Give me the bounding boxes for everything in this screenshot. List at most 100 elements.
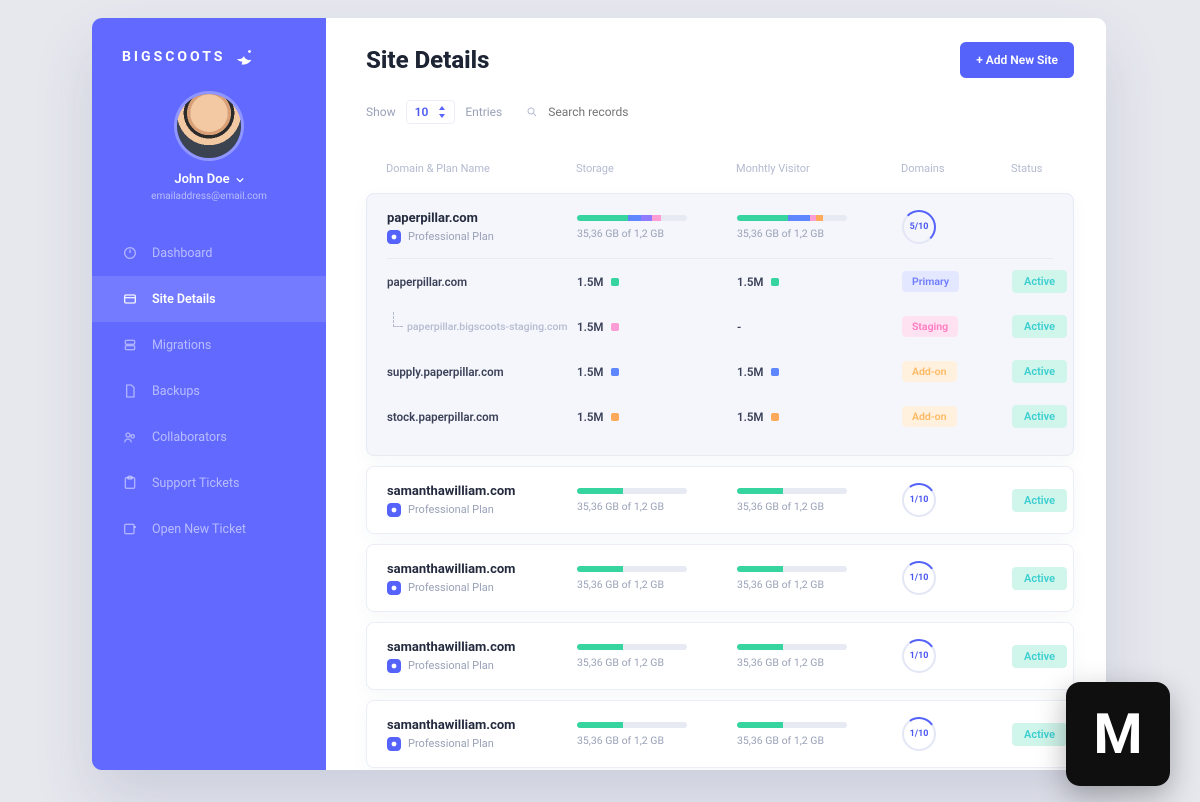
domains-cell: 1/10 (902, 717, 1012, 751)
color-dot (611, 278, 619, 286)
site-row: samanthawilliam.comProfessional Plan35,3… (387, 561, 1053, 595)
visitor-cell: 35,36 GB of 1,2 GB (737, 488, 902, 513)
sidebar-item-collaborators[interactable]: Collaborators (92, 414, 326, 460)
site-card[interactable]: paperpillar.comProfessional Plan35,36 GB… (366, 193, 1074, 456)
plan-name: Professional Plan (408, 230, 494, 243)
domain-tag: Staging (902, 316, 958, 337)
medium-badge[interactable]: M (1066, 682, 1170, 786)
bar-segment (641, 215, 652, 221)
color-dot (611, 413, 619, 421)
sub-domain: stock.paperpillar.com (387, 410, 577, 424)
usage-bar (737, 644, 847, 650)
visitor-cell: 35,36 GB of 1,2 GB (737, 644, 902, 669)
visitor-text: 35,36 GB of 1,2 GB (737, 734, 902, 747)
sub-status-cell: Active (1012, 405, 1102, 428)
nav: DashboardSite Details Migrations BackupsCo… (92, 230, 326, 552)
domain-cell: samanthawilliam.comProfessional Plan (387, 718, 577, 751)
plan-name: Professional Plan (408, 659, 494, 672)
app-window: BIGSCOOTS John Doe emailaddress@email.co… (92, 18, 1106, 770)
plan-badge-icon (387, 659, 401, 673)
search-input[interactable] (546, 104, 706, 120)
status-badge: Active (1012, 645, 1067, 668)
domain-tag: Add-on (902, 361, 957, 382)
color-dot (771, 368, 779, 376)
status-badge: Active (1012, 489, 1067, 512)
bar-segment (737, 644, 783, 650)
add-new-site-button[interactable]: + Add New Site (960, 42, 1074, 78)
domains-ring: 1/10 (902, 483, 936, 517)
sidebar-item-support-tickets[interactable]: Support Tickets (92, 460, 326, 506)
bar-segment (788, 215, 810, 221)
plan-name: Professional Plan (408, 503, 494, 516)
storage-cell: 35,36 GB of 1,2 GB (577, 488, 737, 513)
sidebar-item-label: Migrations (152, 338, 211, 353)
avatar[interactable] (177, 94, 241, 158)
bar-segment (577, 722, 623, 728)
bar-segment (737, 566, 783, 572)
entries-value: 10 (415, 105, 429, 119)
domain-name: samanthawilliam.com (387, 484, 577, 499)
domain-name: samanthawilliam.com (387, 562, 577, 577)
site-details-icon (122, 291, 138, 307)
domains-ring: 1/10 (902, 717, 936, 751)
site-card[interactable]: samanthawilliam.com Professional Plan 35,3… (366, 466, 1074, 534)
visitor-text: 35,36 GB of 1,2 GB (737, 578, 902, 591)
sub-row[interactable]: paperpillar.bigscoots-staging.com1.5M-St… (387, 304, 1053, 349)
domain-tag: Add-on (902, 406, 957, 427)
site-row: samanthawilliam.comProfessional Plan35,3… (387, 717, 1053, 751)
visitor-text: 35,36 GB of 1,2 GB (737, 656, 902, 669)
color-dot (771, 278, 779, 286)
bar-segment (737, 722, 783, 728)
storage-text: 35,36 GB of 1,2 GB (577, 227, 737, 240)
sub-rows: paperpillar.com1.5M1.5MPrimaryActivepape… (387, 258, 1053, 439)
sidebar-item-backups[interactable]: Backups (92, 368, 326, 414)
status-cell: Active (1012, 567, 1102, 590)
visitor-cell: 35,36 GB of 1,2 GB (737, 722, 902, 747)
domains-ring: 5/10 (902, 210, 936, 244)
profile: John Doe emailaddress@email.com (92, 94, 326, 202)
usage-bar (577, 722, 687, 728)
plan-badge-icon (387, 581, 401, 595)
visitor-text: 35,36 GB of 1,2 GB (737, 227, 902, 240)
domain-tag: Primary (902, 271, 959, 292)
brand-bird-icon (233, 46, 255, 68)
sub-row[interactable]: supply.paperpillar.com1.5M1.5MAdd-onActi… (387, 349, 1053, 394)
bar-segment (737, 488, 783, 494)
sub-status-cell: Active (1012, 315, 1102, 338)
plan: Professional Plan (387, 230, 577, 244)
domains-cell: 1/10 (902, 639, 1012, 673)
show-label: Show (366, 105, 396, 119)
sidebar-item-migrations[interactable]: Migrations (92, 322, 326, 368)
sidebar-item-dashboard[interactable]: Dashboard (92, 230, 326, 276)
usage-bar (577, 215, 687, 221)
status-badge: Active (1012, 315, 1067, 338)
site-card[interactable]: samanthawilliam.comProfessional Plan35,3… (366, 622, 1074, 690)
storage-cell: 35,36 GB of 1,2 GB (577, 215, 737, 240)
profile-email: emailaddress@email.com (151, 191, 267, 202)
sub-row[interactable]: stock.paperpillar.com1.5M1.5MAdd-onActiv… (387, 394, 1053, 439)
site-list: paperpillar.comProfessional Plan35,36 GB… (366, 183, 1074, 768)
plan: Professional Plan (387, 503, 577, 517)
domains-cell: 1/10 (902, 561, 1012, 595)
search (526, 104, 706, 120)
sidebar-item-site-details[interactable]: Site Details (92, 276, 326, 322)
sidebar-item-open-new-ticket[interactable]: Open New Ticket (92, 506, 326, 552)
storage-cell: 35,36 GB of 1,2 GB (577, 722, 737, 747)
sub-domain: paperpillar.bigscoots-staging.com (387, 320, 577, 333)
profile-name-row[interactable]: John Doe (174, 172, 243, 187)
sub-storage: 1.5M (577, 320, 737, 334)
bar-segment (577, 215, 628, 221)
col-visitor: Monhtly Visitor (736, 162, 901, 175)
entries-select[interactable]: 10 (406, 100, 456, 124)
support-tickets-icon (122, 475, 138, 491)
usage-bar (737, 566, 847, 572)
site-card[interactable]: samanthawilliam.comProfessional Plan35,3… (366, 544, 1074, 612)
site-card[interactable]: samanthawilliam.comProfessional Plan35,3… (366, 700, 1074, 768)
sub-row[interactable]: paperpillar.com1.5M1.5MPrimaryActive (387, 259, 1053, 304)
bar-segment (577, 488, 623, 494)
sub-status-cell: Active (1012, 270, 1102, 293)
sub-tag-cell: Add-on (902, 361, 1012, 382)
sub-storage: 1.5M (577, 410, 737, 424)
domain-cell: samanthawilliam.com Professional Plan (387, 484, 577, 517)
sub-visitor: 1.5M (737, 365, 902, 379)
